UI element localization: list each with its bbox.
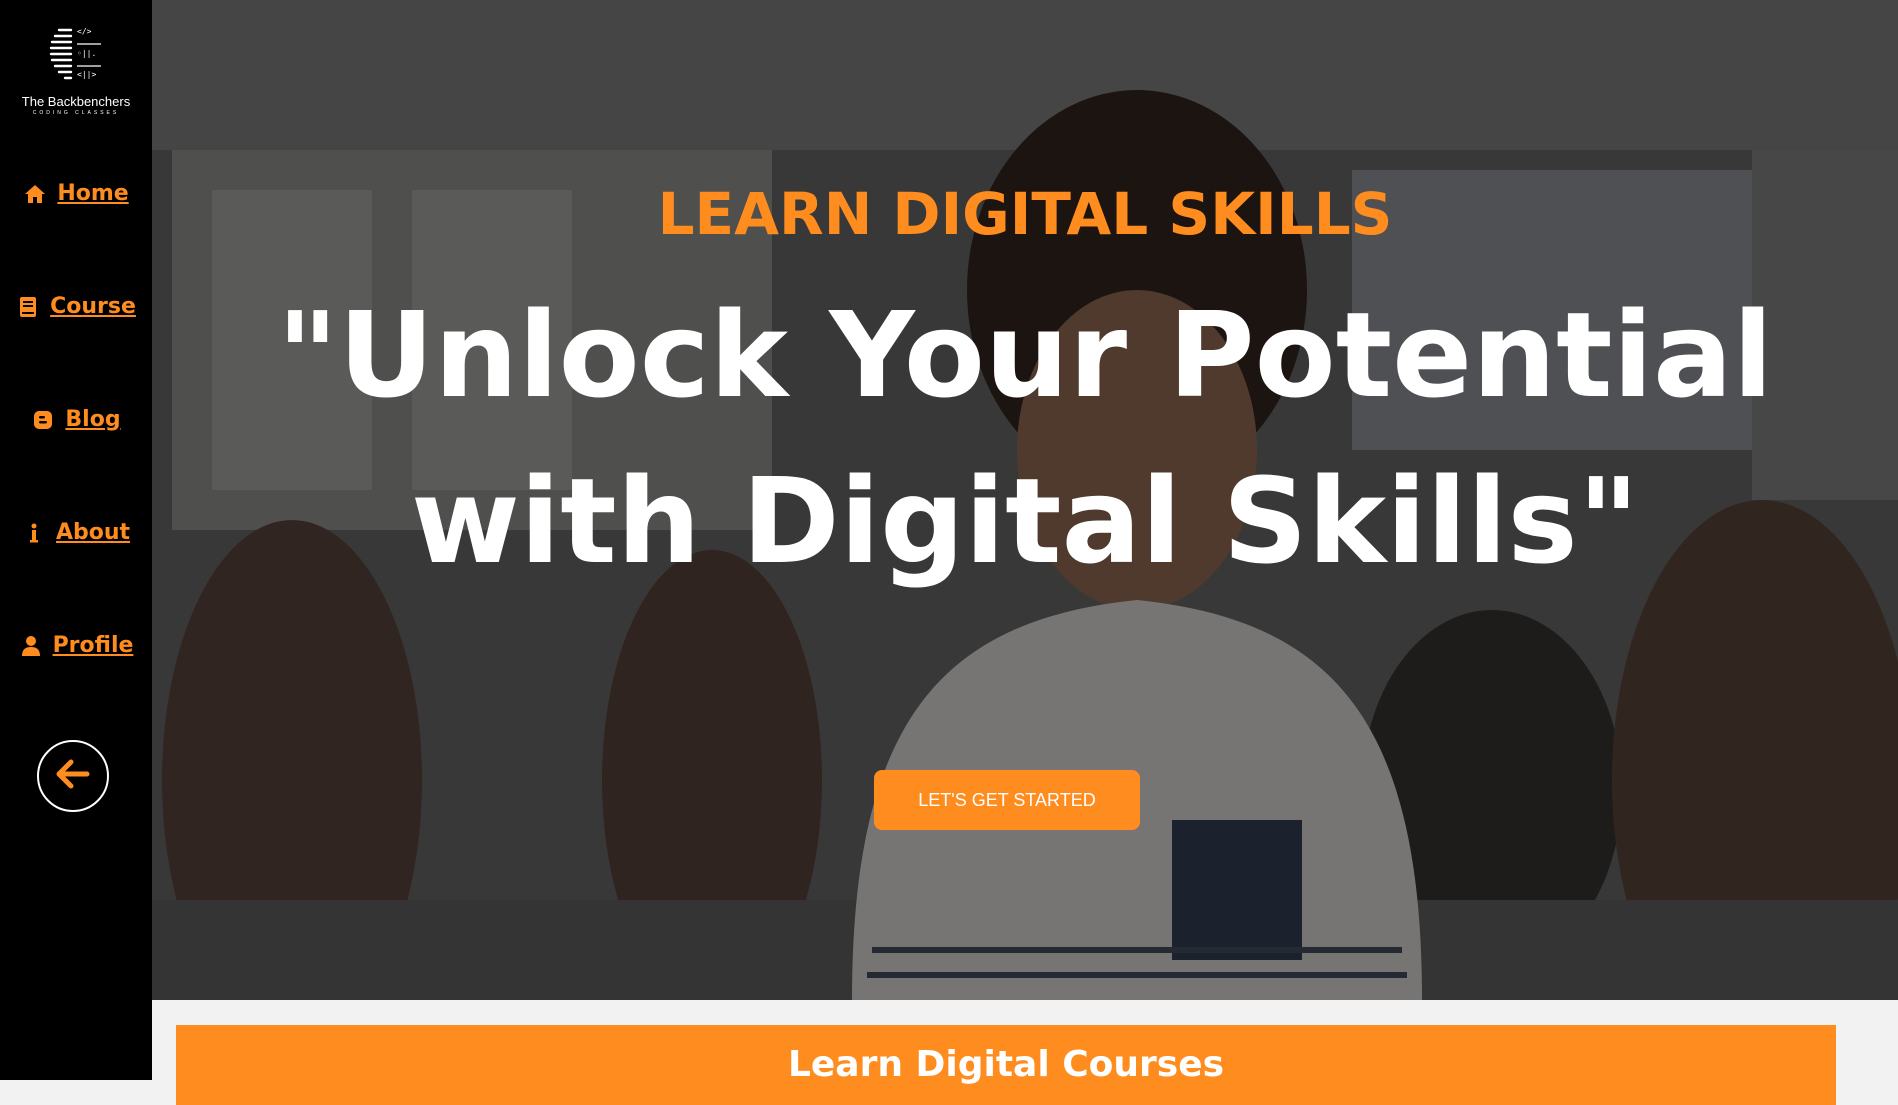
svg-text:</>: </> <box>77 27 92 36</box>
nav-label-profile: Profile <box>52 633 134 658</box>
nav-item-blog[interactable]: Blog <box>0 407 152 432</box>
brand-tagline: CODING CLASSES <box>32 110 120 116</box>
nav-item-about[interactable]: About <box>0 520 152 545</box>
svg-text:<||>: <||> <box>77 70 96 79</box>
sidebar: </> ◦||. <||> The Backbenchers CODING CL… <box>0 0 152 1080</box>
nav-label-home: Home <box>57 181 129 206</box>
home-icon <box>23 182 47 206</box>
nav-label-course: Course <box>50 294 136 319</box>
brand-name: The Backbenchers <box>21 94 131 109</box>
nav-item-course[interactable]: Course <box>0 294 152 319</box>
hero-headline: "Unlock Your Potential with Digital Skil… <box>276 286 1774 590</box>
hero-kicker: LEARN DIGITAL SKILLS <box>657 180 1393 248</box>
svg-text:◦||.: ◦||. <box>77 49 96 58</box>
nav-label-blog: Blog <box>65 407 121 432</box>
brand-logo[interactable]: </> ◦||. <||> The Backbenchers CODING CL… <box>0 20 152 116</box>
info-icon <box>22 521 46 545</box>
hero-banner: LEARN DIGITAL SKILLS "Unlock Your Potent… <box>152 0 1898 1000</box>
nav-label-about: About <box>55 520 131 545</box>
hero-content: LEARN DIGITAL SKILLS "Unlock Your Potent… <box>152 0 1898 1000</box>
book-icon <box>16 295 40 319</box>
user-icon <box>19 634 43 658</box>
get-started-button[interactable]: LET'S GET STARTED <box>874 770 1140 830</box>
blogger-icon <box>31 408 55 432</box>
nav-item-home[interactable]: Home <box>0 181 152 206</box>
courses-section-title: Learn Digital Courses <box>176 1025 1836 1105</box>
arrow-left-icon <box>56 759 90 793</box>
nav-item-profile[interactable]: Profile <box>0 633 152 658</box>
logo-mark-icon: </> ◦||. <||> <box>49 27 101 80</box>
sidebar-collapse-button[interactable] <box>37 740 109 812</box>
